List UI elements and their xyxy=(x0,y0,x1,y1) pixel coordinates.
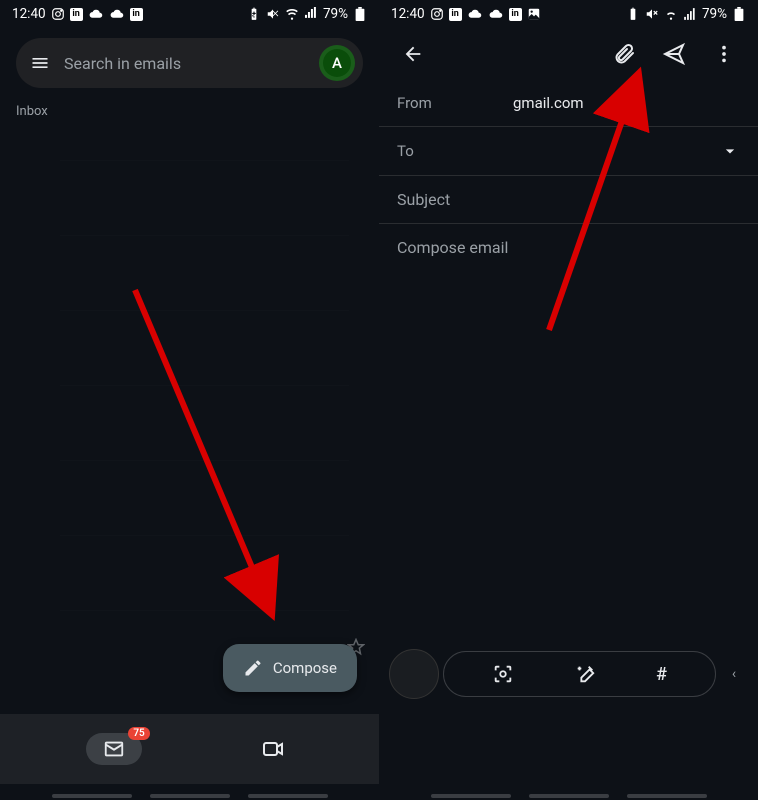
signal-icon xyxy=(683,7,697,21)
search-bar[interactable]: Search in emails A xyxy=(16,38,363,88)
hamburger-icon[interactable] xyxy=(30,53,50,73)
arrow-left-icon xyxy=(402,43,424,65)
hash-button[interactable]: # xyxy=(656,664,667,685)
mail-icon xyxy=(103,738,125,760)
from-label: From xyxy=(397,94,457,112)
body-row[interactable]: Compose email xyxy=(379,224,758,271)
instagram-icon xyxy=(430,7,444,21)
search-placeholder: Search in emails xyxy=(64,54,305,73)
more-button[interactable] xyxy=(704,34,744,74)
linkedin-icon: in xyxy=(509,8,522,21)
compose-button[interactable]: Compose xyxy=(223,644,357,692)
cloud-icon xyxy=(467,9,483,19)
image-icon xyxy=(527,7,541,21)
linkedin-icon: in xyxy=(70,8,83,21)
linkedin-icon: in xyxy=(130,8,143,21)
status-bar: 12:40 in in 79% xyxy=(0,0,379,28)
edit-plus-icon[interactable] xyxy=(574,663,596,685)
send-icon xyxy=(662,42,686,66)
clipboard-thumb[interactable] xyxy=(389,649,439,699)
toolbar-more[interactable]: ‹ xyxy=(720,666,748,682)
status-time: 12:40 xyxy=(12,6,46,22)
more-vert-icon xyxy=(713,43,735,65)
account-avatar[interactable]: A xyxy=(319,45,355,81)
battery-icon xyxy=(732,7,746,21)
battery-percent: 79% xyxy=(702,6,727,22)
nav-mail[interactable]: 75 xyxy=(86,733,142,765)
from-row[interactable]: From gmail.com xyxy=(379,80,758,127)
inbox-label: Inbox xyxy=(0,98,379,125)
instagram-icon xyxy=(51,7,65,21)
to-label: To xyxy=(397,142,457,160)
battery-icon xyxy=(353,7,367,21)
nav-bar-indicator xyxy=(0,794,379,798)
cloud-icon xyxy=(88,9,104,19)
video-icon xyxy=(261,737,285,761)
nav-meet[interactable] xyxy=(253,729,293,769)
subject-row[interactable]: Subject xyxy=(379,176,758,224)
chevron-down-icon[interactable] xyxy=(720,141,740,161)
scan-icon[interactable] xyxy=(492,663,514,685)
battery-saver-icon xyxy=(626,7,640,21)
wifi-off-icon xyxy=(285,7,299,21)
status-time: 12:40 xyxy=(391,6,425,22)
from-value: gmail.com xyxy=(513,94,584,112)
cloud-icon xyxy=(488,9,504,19)
paperclip-icon xyxy=(612,42,636,66)
mute-icon xyxy=(645,7,659,21)
cloud-icon xyxy=(109,9,125,19)
subject-placeholder: Subject xyxy=(397,190,450,209)
phone-inbox: 12:40 in in 79% Search in emails A xyxy=(0,0,379,800)
compose-label: Compose xyxy=(273,659,337,677)
bottom-nav: 75 xyxy=(0,714,379,784)
send-button[interactable] xyxy=(654,34,694,74)
linkedin-icon: in xyxy=(449,8,462,21)
phone-compose: 12:40 in in 79% xyxy=(379,0,758,800)
mute-icon xyxy=(266,7,280,21)
nav-bar-indicator xyxy=(379,794,758,798)
keyboard-toolbar: # ‹ xyxy=(389,648,748,700)
wifi-off-icon xyxy=(664,7,678,21)
body-placeholder: Compose email xyxy=(397,238,508,257)
attach-button[interactable] xyxy=(604,34,644,74)
toolbar-pill: # xyxy=(443,651,716,697)
signal-icon xyxy=(304,7,318,21)
battery-percent: 79% xyxy=(323,6,348,22)
battery-saver-icon xyxy=(247,7,261,21)
pencil-icon xyxy=(243,658,263,678)
to-row[interactable]: To xyxy=(379,127,758,176)
back-button[interactable] xyxy=(393,34,433,74)
compose-toolbar xyxy=(379,28,758,80)
unread-badge: 75 xyxy=(128,727,149,740)
status-bar: 12:40 in in 79% xyxy=(379,0,758,28)
